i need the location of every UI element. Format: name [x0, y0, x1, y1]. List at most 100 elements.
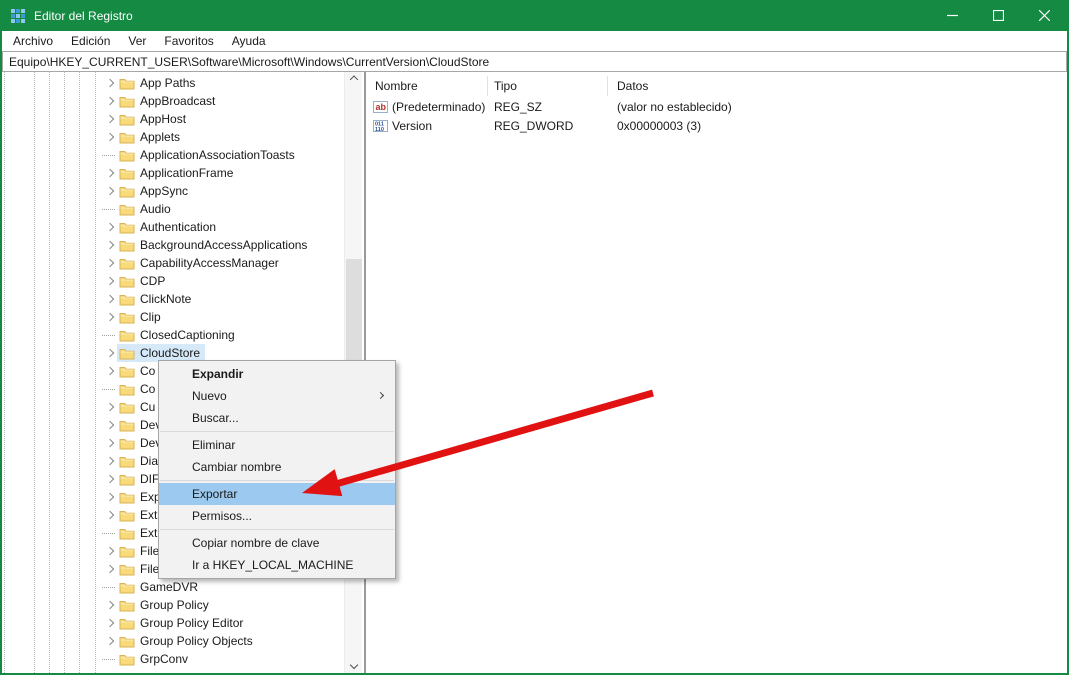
folder-icon [119, 401, 135, 414]
expand-chevron-icon[interactable] [105, 618, 115, 628]
menubar-item-ayuda[interactable]: Ayuda [223, 31, 275, 51]
value-type: REG_SZ [494, 100, 543, 114]
menubar-item-archivo[interactable]: Archivo [4, 31, 62, 51]
tree-item-label: CapabilityAccessManager [140, 256, 279, 270]
tree-item-audio[interactable]: Audio [2, 200, 344, 218]
value-row-version[interactable]: 011 110 Version REG_DWORD 0x00000003 (3) [367, 117, 1067, 136]
menu-item-cambiar-nombre[interactable]: Cambiar nombre [159, 456, 395, 478]
tree-item-label: ApplicationFrame [140, 166, 234, 180]
expand-chevron-icon[interactable] [105, 510, 115, 520]
expand-chevron-icon[interactable] [105, 474, 115, 484]
expand-chevron-icon[interactable] [105, 312, 115, 322]
tree-item-applicationframe[interactable]: ApplicationFrame [2, 164, 344, 182]
menu-item-nuevo[interactable]: Nuevo [159, 385, 395, 407]
tree-item-label: GrpConv [140, 652, 189, 666]
tree-item-label: Cu [140, 400, 156, 414]
expand-chevron-icon[interactable] [105, 294, 115, 304]
menu-item-expandir[interactable]: Expandir [159, 363, 395, 385]
expand-chevron-icon[interactable] [105, 132, 115, 142]
folder-icon [119, 347, 135, 360]
expand-chevron-icon[interactable] [105, 222, 115, 232]
expand-chevron-icon[interactable] [105, 366, 115, 376]
submenu-chevron-icon [376, 391, 385, 400]
tree-item-apphost[interactable]: AppHost [2, 110, 344, 128]
registry-editor-window: Editor del Registro Archivo Edición Ver Fav… [0, 0, 1069, 675]
expand-chevron-icon[interactable] [105, 546, 115, 556]
tree-item-app-paths[interactable]: App Paths [2, 74, 344, 92]
expand-chevron-icon[interactable] [105, 564, 115, 574]
value-data: 0x00000003 (3) [617, 119, 702, 133]
expand-chevron-icon[interactable] [105, 438, 115, 448]
tree-item-label: DIF [140, 472, 160, 486]
menu-item-copiar-nombre-de-clave[interactable]: Copiar nombre de clave [159, 532, 395, 554]
menu-item-permisos[interactable]: Permisos... [159, 505, 395, 527]
tree-item-label: Dia [140, 454, 159, 468]
expand-chevron-icon[interactable] [105, 78, 115, 88]
folder-icon [119, 149, 135, 162]
column-header-datos[interactable]: Datos [617, 76, 648, 96]
tree-item-capabilityaccessmanager[interactable]: CapabilityAccessManager [2, 254, 344, 272]
expand-chevron-icon[interactable] [105, 240, 115, 250]
minimize-button[interactable] [929, 0, 975, 31]
tree-item-closedcaptioning[interactable]: ClosedCaptioning [2, 326, 344, 344]
maximize-button[interactable] [975, 0, 1021, 31]
expand-chevron-icon[interactable] [105, 636, 115, 646]
menu-item-buscar[interactable]: Buscar... [159, 407, 395, 429]
value-data: (valor no establecido) [617, 100, 732, 114]
value-row-predeterminado[interactable]: ab (Predeterminado) REG_SZ (valor no establ… [367, 98, 1067, 117]
menubar-item-edici-n[interactable]: Edición [62, 31, 119, 51]
tree-item-label: File [140, 562, 160, 576]
scroll-up-button[interactable] [345, 72, 363, 89]
tree-item-appbroadcast[interactable]: AppBroadcast [2, 92, 344, 110]
tree-item-group-policy-editor[interactable]: Group Policy Editor [2, 614, 344, 632]
tree-item-grpconv[interactable]: GrpConv [2, 650, 344, 668]
column-separator[interactable] [487, 76, 488, 96]
tree-item-label: Audio [140, 202, 171, 216]
values-panel: Nombre Tipo Datos ab (Predeterminado) REG_SZ… [367, 72, 1067, 673]
column-separator[interactable] [607, 76, 608, 96]
address-bar[interactable]: Equipo\HKEY_CURRENT_USER\Software\Micros… [2, 51, 1067, 72]
tree-item-label: Group Policy Editor [140, 616, 244, 630]
expand-chevron-icon[interactable] [105, 168, 115, 178]
close-button[interactable] [1021, 0, 1067, 31]
menubar-item-ver[interactable]: Ver [119, 31, 155, 51]
tree-item-authentication[interactable]: Authentication [2, 218, 344, 236]
expand-chevron-icon[interactable] [105, 492, 115, 502]
folder-icon [119, 167, 135, 180]
scroll-down-button[interactable] [345, 656, 363, 673]
tree-item-gamedvr[interactable]: GameDVR [2, 578, 344, 596]
expand-chevron-icon[interactable] [105, 186, 115, 196]
folder-icon [119, 113, 135, 126]
tree-item-applets[interactable]: Applets [2, 128, 344, 146]
expand-chevron-icon[interactable] [105, 114, 115, 124]
menu-item-eliminar[interactable]: Eliminar [159, 434, 395, 456]
value-name: Version [392, 119, 433, 133]
menu-item-ir-a-hkey-local-machine[interactable]: Ir a HKEY_LOCAL_MACHINE [159, 554, 395, 576]
expand-chevron-icon[interactable] [105, 276, 115, 286]
expand-chevron-icon[interactable] [105, 348, 115, 358]
column-header-nombre[interactable]: Nombre [375, 76, 418, 96]
address-input[interactable]: Equipo\HKEY_CURRENT_USER\Software\Micros… [9, 55, 489, 69]
expand-chevron-icon[interactable] [105, 402, 115, 412]
expand-chevron-icon[interactable] [105, 96, 115, 106]
tree-leaf-connector-icon [102, 209, 115, 210]
menubar-item-favoritos[interactable]: Favoritos [155, 31, 222, 51]
tree-item-clicknote[interactable]: ClickNote [2, 290, 344, 308]
tree-item-appsync[interactable]: AppSync [2, 182, 344, 200]
expand-chevron-icon[interactable] [105, 258, 115, 268]
tree-item-group-policy[interactable]: Group Policy [2, 596, 344, 614]
expand-chevron-icon[interactable] [105, 600, 115, 610]
tree-item-backgroundaccessapplications[interactable]: BackgroundAccessApplications [2, 236, 344, 254]
tree-leaf-connector-icon [102, 155, 115, 156]
svg-text:110: 110 [375, 127, 384, 133]
tree-item-clip[interactable]: Clip [2, 308, 344, 326]
menu-item-exportar[interactable]: Exportar [159, 483, 395, 505]
expand-chevron-icon[interactable] [105, 420, 115, 430]
tree-item-applicationassociationtoasts[interactable]: ApplicationAssociationToasts [2, 146, 344, 164]
tree-item-group-policy-objects[interactable]: Group Policy Objects [2, 632, 344, 650]
tree-item-cdp[interactable]: CDP [2, 272, 344, 290]
expand-chevron-icon[interactable] [105, 456, 115, 466]
folder-icon [119, 257, 135, 270]
tree-item-label: AppSync [140, 184, 189, 198]
column-header-tipo[interactable]: Tipo [494, 76, 517, 96]
